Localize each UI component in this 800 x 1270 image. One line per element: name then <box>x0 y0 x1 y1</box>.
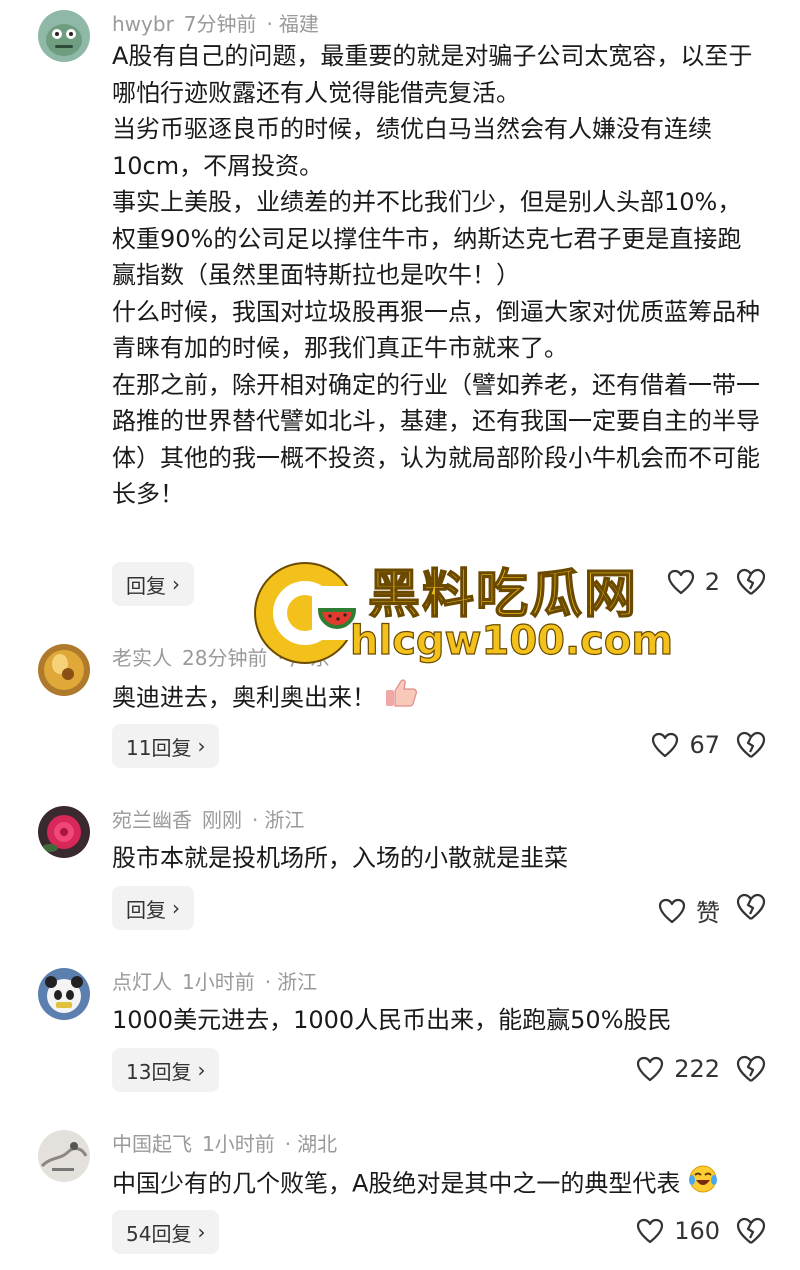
comment-meta: 点灯人 1小时前 · 浙江 <box>112 966 327 995</box>
broken-heart-icon <box>736 568 766 595</box>
dislike-button[interactable] <box>736 1055 766 1087</box>
region: 福建 <box>278 12 319 36</box>
comment-text: 1000美元进去，1000人民币出来，能跑赢50%股民 <box>112 1002 762 1039</box>
broken-heart-icon <box>736 1055 766 1082</box>
region: 湖北 <box>297 1132 338 1156</box>
like-count: 160 <box>674 1217 720 1245</box>
dislike-button[interactable] <box>736 731 766 763</box>
comment-text: 奥迪进去，奥利奥出来！ <box>112 678 762 719</box>
comment-paragraph: 在那之前，除开相对确定的行业（譬如养老，还有借着一带一路推的世界替代譬如北斗，基… <box>112 370 760 509</box>
username[interactable]: 宛兰幽香 <box>112 808 192 832</box>
like-button[interactable]: 2 <box>667 568 720 596</box>
comment-body: 1000美元进去，1000人民币出来，能跑赢50%股民 <box>112 1006 672 1034</box>
comment-meta: 中国起飞 1小时前 · 湖北 <box>112 1128 347 1157</box>
comment-body: 中国少有的几个败笔，A股绝对是其中之一的典型代表 <box>112 1169 681 1198</box>
thumbs-up-icon <box>384 678 418 719</box>
comment-text: 股市本就是投机场所，入场的小散就是韭菜 <box>112 840 762 877</box>
username[interactable]: 中国起飞 <box>112 1132 192 1156</box>
timestamp: 1小时前 <box>182 970 255 994</box>
timestamp: 1小时前 <box>202 1132 275 1156</box>
comment-meta: 老实人 28分钟前 · 广东 <box>112 642 340 671</box>
heart-outline-icon <box>667 569 694 595</box>
comment-item: 老实人 28分钟前 · 广东 奥迪进去，奥利奥出来！ 11回复 › 67 <box>0 634 800 784</box>
comment-text: A股有自己的问题，最重要的就是对骗子公司太宽容，以至于哪怕行迹败露还有人觉得能借… <box>112 38 762 513</box>
reply-button[interactable]: 回复 › <box>112 886 194 930</box>
chevron-right-icon: › <box>172 572 180 596</box>
separator: · <box>284 1132 292 1156</box>
avatar[interactable] <box>38 10 90 62</box>
reply-label: 13回复 <box>126 1059 192 1084</box>
heart-outline-icon <box>637 1218 664 1244</box>
comment-item: 宛兰幽香 刚刚 · 浙江 股市本就是投机场所，入场的小散就是韭菜 回复 › 赞 <box>0 796 800 946</box>
separator: · <box>266 12 273 36</box>
chevron-right-icon: › <box>197 1058 206 1082</box>
comment-meta: hwybr 7分钟前 · 福建 <box>112 8 329 37</box>
like-count: 222 <box>674 1055 720 1083</box>
comment-item: 中国起飞 1小时前 · 湖北 中国少有的几个败笔，A股绝对是其中之一的典型代表 54回… <box>0 1120 800 1270</box>
heart-outline-icon <box>658 898 686 923</box>
avatar[interactable] <box>38 1130 90 1182</box>
like-button[interactable]: 赞 <box>658 893 720 928</box>
comment-text: 中国少有的几个败笔，A股绝对是其中之一的典型代表 <box>112 1164 762 1205</box>
region: 浙江 <box>264 808 305 832</box>
avatar[interactable] <box>38 806 90 858</box>
heart-outline-icon <box>652 732 679 758</box>
reply-label: 11回复 <box>126 735 192 760</box>
reply-button[interactable]: 回复 › <box>112 562 194 606</box>
like-count: 67 <box>689 731 720 759</box>
dislike-button[interactable] <box>736 893 766 925</box>
dislike-button[interactable] <box>736 1217 766 1249</box>
comment-body: 股市本就是投机场所，入场的小散就是韭菜 <box>112 844 568 872</box>
username[interactable]: 老实人 <box>112 646 172 670</box>
reply-label: 回复 <box>126 897 166 922</box>
timestamp: 28分钟前 <box>182 646 268 670</box>
avatar[interactable] <box>38 968 90 1020</box>
chevron-right-icon: › <box>197 734 206 758</box>
separator: · <box>277 646 284 670</box>
username[interactable]: 点灯人 <box>112 970 172 994</box>
broken-heart-icon <box>736 731 766 758</box>
like-button[interactable]: 67 <box>651 731 720 759</box>
dislike-button[interactable] <box>736 568 766 600</box>
comment-meta: 宛兰幽香 刚刚 · 浙江 <box>112 804 314 833</box>
reply-label: 回复 <box>126 573 166 598</box>
comment-paragraph: 什么时候，我国对垃圾股再狠一点，倒逼大家对优质蓝筹品种青睐有加的时候，那我们真正… <box>112 297 760 363</box>
reply-button[interactable]: 13回复 › <box>112 1048 220 1092</box>
comment-body: 奥迪进去，奥利奥出来！ <box>112 683 376 712</box>
reply-label: 54回复 <box>126 1221 192 1246</box>
comment-item: hwybr 7分钟前 · 福建 A股有自己的问题，最重要的就是对骗子公司太宽容，以至于… <box>0 0 800 620</box>
chevron-right-icon: › <box>172 896 180 920</box>
comment-paragraph: A股有自己的问题，最重要的就是对骗子公司太宽容，以至于哪怕行迹败露还有人觉得能借… <box>112 42 753 107</box>
separator: · <box>252 808 259 832</box>
reply-button[interactable]: 11回复 › <box>112 724 220 768</box>
timestamp: 7分钟前 <box>183 12 257 36</box>
username[interactable]: hwybr <box>112 12 174 36</box>
separator: · <box>264 970 272 994</box>
like-count: 2 <box>704 568 720 596</box>
comment-item: 点灯人 1小时前 · 浙江 1000美元进去，1000人民币出来，能跑赢50%股民 1… <box>0 958 800 1108</box>
reply-button[interactable]: 54回复 › <box>112 1210 220 1254</box>
like-button[interactable]: 160 <box>636 1217 720 1245</box>
laughing-crying-emoji-icon <box>688 1164 718 1205</box>
region: 浙江 <box>277 970 318 994</box>
heart-outline-icon <box>637 1056 664 1082</box>
comment-paragraph: 当劣币驱逐良币的时候，绩优白马当然会有人嫌没有连续10cm，不屑投资。 <box>112 115 712 180</box>
region: 广东 <box>289 646 330 670</box>
comment-paragraph: 事实上美股，业绩差的并不比我们少，但是别人头部10%，权重90%的公司足以撑住牛… <box>112 188 742 289</box>
broken-heart-icon <box>736 893 766 920</box>
like-button[interactable]: 222 <box>636 1055 720 1083</box>
broken-heart-icon <box>736 1217 766 1244</box>
like-count: 赞 <box>696 899 720 927</box>
chevron-right-icon: › <box>197 1220 206 1244</box>
timestamp: 刚刚 <box>202 808 242 832</box>
avatar[interactable] <box>38 644 90 696</box>
